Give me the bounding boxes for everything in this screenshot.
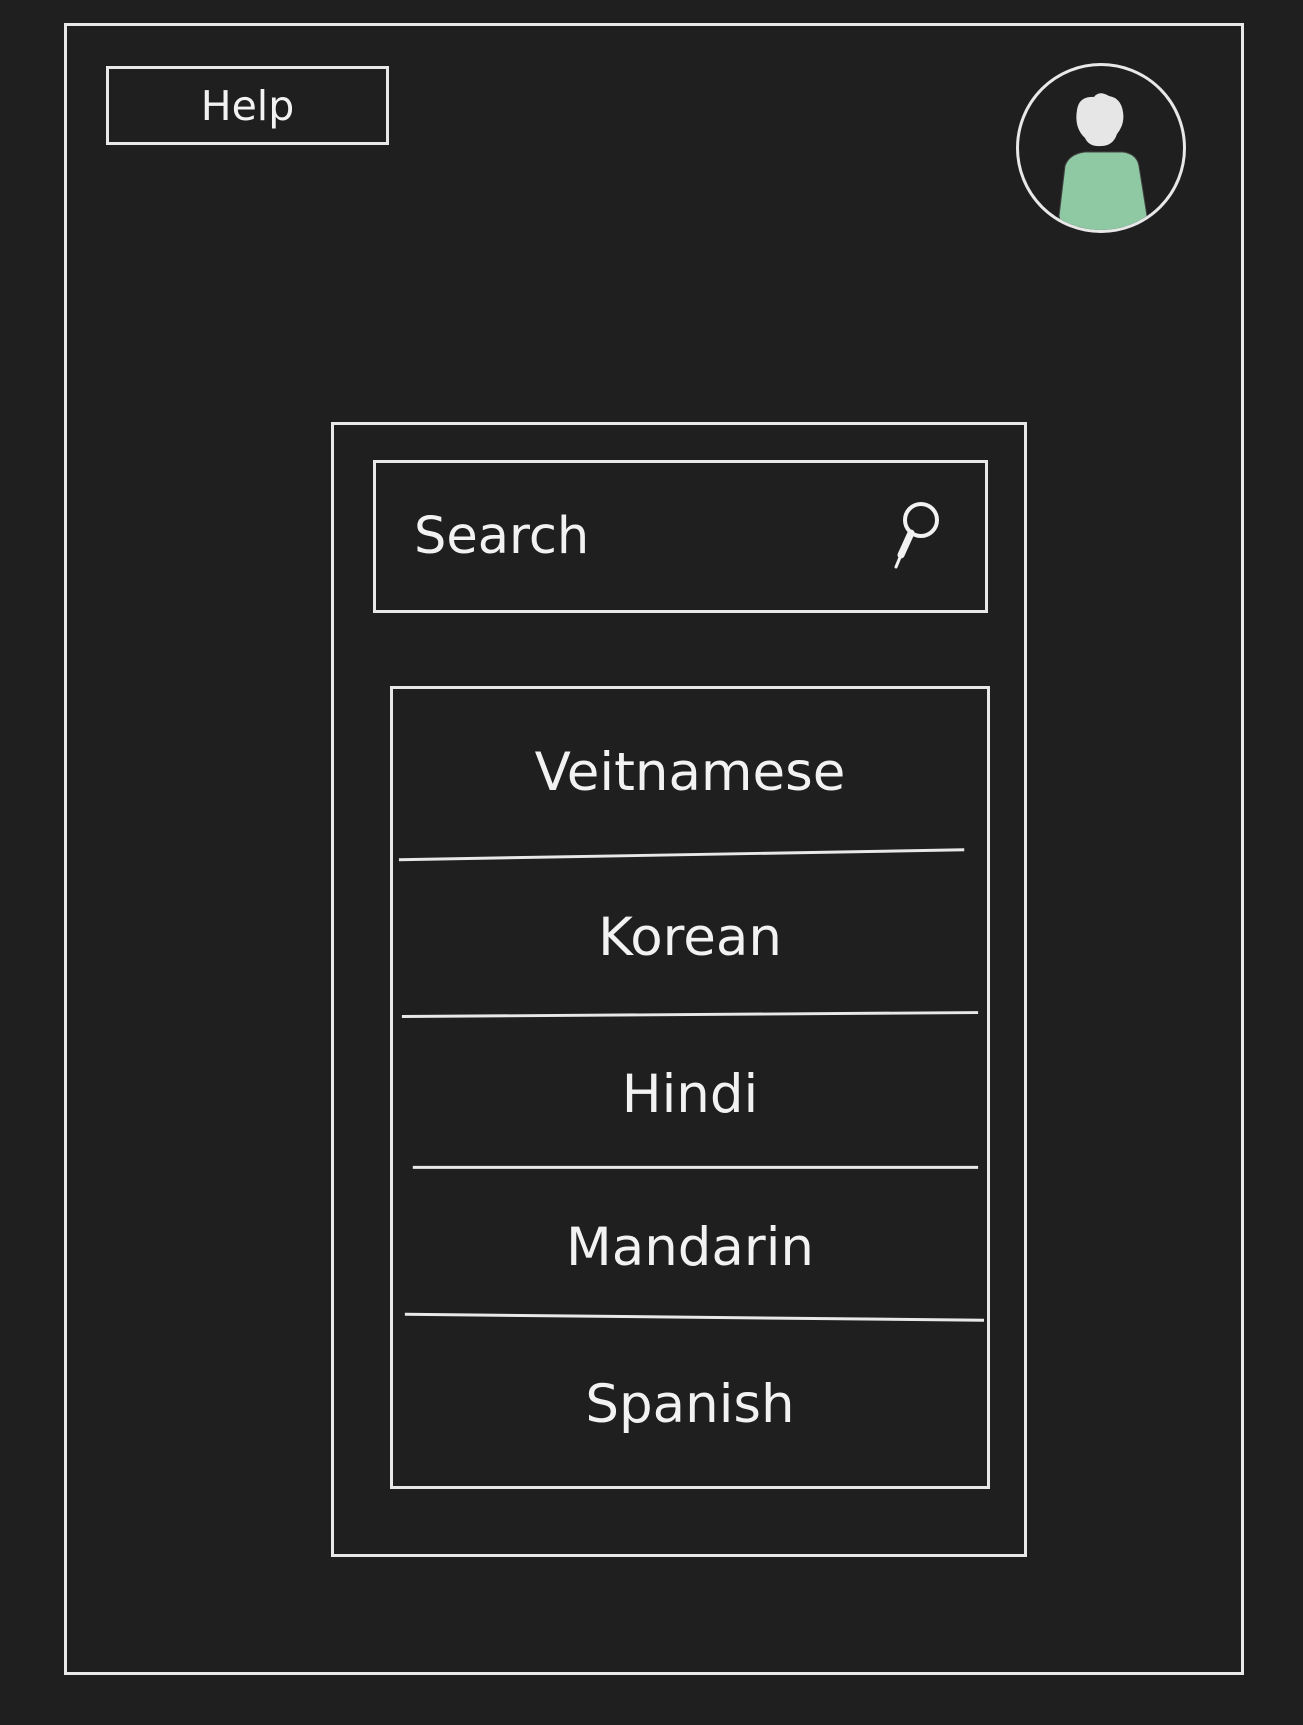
list-item-hindi[interactable]: Hindi: [393, 1017, 987, 1171]
list-item-label: Mandarin: [565, 1216, 815, 1278]
search-placeholder: Search: [414, 507, 590, 566]
list-item-label: Korean: [598, 906, 782, 968]
search-input[interactable]: Search: [373, 460, 988, 613]
list-item-mandarin[interactable]: Mandarin: [393, 1171, 987, 1323]
list-item-label: Spanish: [585, 1374, 795, 1435]
list-item-label: Hindi: [621, 1063, 759, 1125]
help-button-label: Help: [200, 81, 295, 130]
language-list: Veitnamese Korean Hindi Mandarin Spanish: [390, 686, 990, 1489]
list-item-spanish[interactable]: Spanish: [393, 1323, 987, 1486]
list-item-korean[interactable]: Korean: [393, 857, 987, 1017]
search-icon[interactable]: [891, 501, 943, 571]
help-button[interactable]: Help: [106, 66, 389, 145]
list-item-vietnamese[interactable]: Veitnamese: [393, 689, 987, 855]
list-item-label: Veitnamese: [534, 741, 846, 803]
user-avatar-icon[interactable]: [1016, 63, 1186, 233]
